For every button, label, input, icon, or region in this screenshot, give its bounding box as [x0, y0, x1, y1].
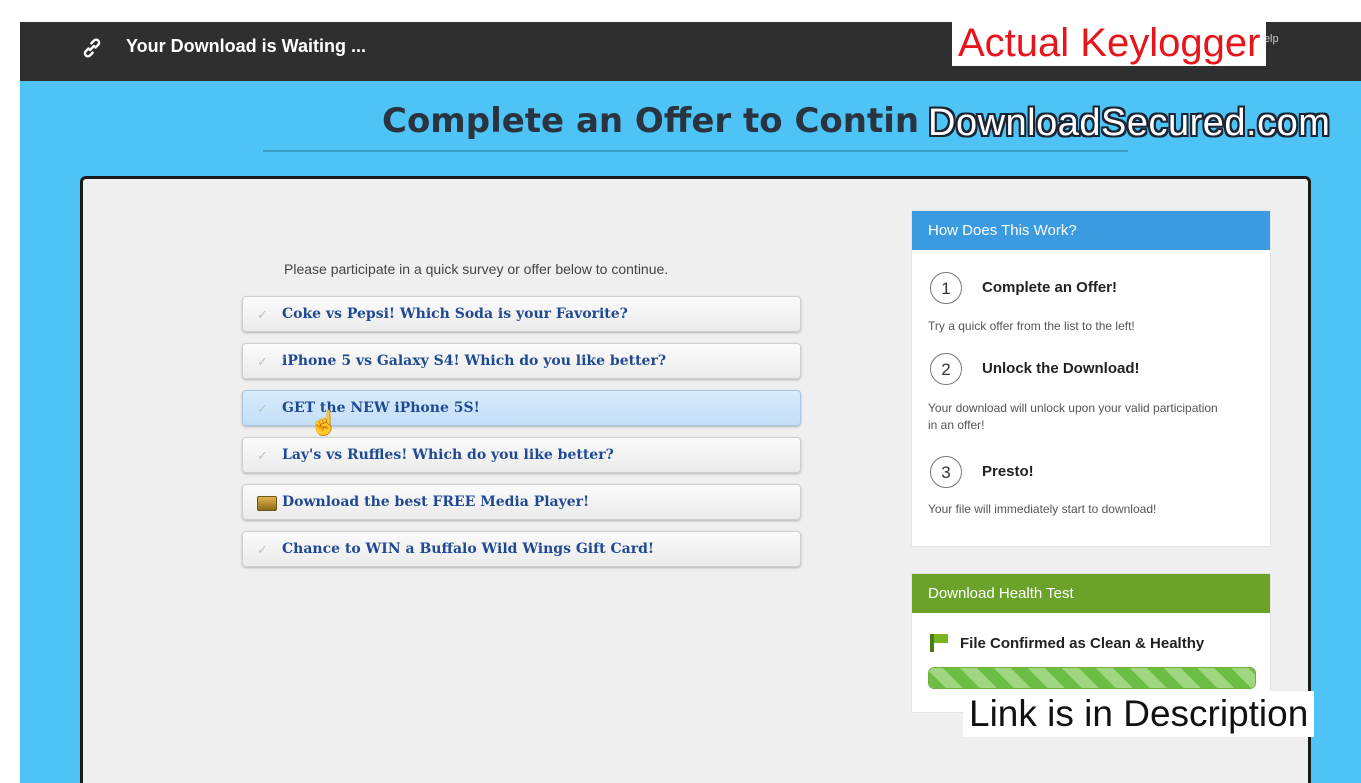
- check-icon: ✓: [257, 354, 268, 369]
- offer-label: Lay's vs Ruffles! Which do you like bett…: [282, 447, 614, 463]
- page-frame: Your Download is Waiting ... ?Help Compl…: [20, 22, 1361, 783]
- how-it-works-header: How Does This Work?: [912, 211, 1270, 250]
- check-icon: ✓: [257, 448, 268, 463]
- heading-divider: [263, 150, 1128, 152]
- link-icon: [83, 38, 101, 58]
- step-title: Presto!: [982, 463, 1034, 480]
- check-icon: ✓: [257, 542, 268, 557]
- offer-label: Coke vs Pepsi! Which Soda is your Favori…: [282, 306, 628, 322]
- offer-label: iPhone 5 vs Galaxy S4! Which do you like…: [282, 353, 667, 369]
- offer-label: Download the best FREE Media Player!: [282, 494, 590, 510]
- check-icon: ✓: [257, 401, 268, 416]
- offer-item-media-player[interactable]: Download the best FREE Media Player!: [242, 484, 801, 520]
- how-it-works-card: How Does This Work? 1 Complete an Offer!…: [911, 210, 1271, 547]
- step-number: 3: [930, 456, 962, 488]
- step-description: Your download will unlock upon your vali…: [928, 401, 1218, 432]
- watermark-title: Actual Keylogger: [952, 20, 1267, 66]
- offer-item-lays-ruffles[interactable]: ✓ Lay's vs Ruffles! Which do you like be…: [242, 437, 801, 473]
- page-heading: Complete an Offer to Contin: [382, 101, 920, 141]
- step-title: Unlock the Download!: [982, 360, 1140, 377]
- health-progress-fill: [929, 668, 1255, 688]
- step-description: Try a quick offer from the list to the l…: [928, 319, 1135, 333]
- step-number: 1: [930, 272, 962, 304]
- step-title: Complete an Offer!: [982, 279, 1118, 296]
- health-status: File Confirmed as Clean & Healthy: [960, 635, 1205, 652]
- offer-item-coke-pepsi[interactable]: ✓ Coke vs Pepsi! Which Soda is your Favo…: [242, 296, 801, 332]
- step-number: 2: [930, 353, 962, 385]
- flag-icon: [930, 634, 948, 652]
- step-description: Your file will immediately start to down…: [928, 502, 1157, 516]
- offer-label: Chance to WIN a Buffalo Wild Wings Gift …: [282, 541, 655, 557]
- watermark-domain: DownloadSecured.com: [928, 102, 1331, 144]
- watermark-caption: Link is in Description: [963, 691, 1315, 737]
- media-icon: [257, 496, 277, 511]
- hand-cursor-icon: ☝: [309, 410, 339, 437]
- instruction-text: Please participate in a quick survey or …: [284, 261, 669, 277]
- offer-item-iphone-galaxy[interactable]: ✓ iPhone 5 vs Galaxy S4! Which do you li…: [242, 343, 801, 379]
- check-icon: ✓: [257, 307, 268, 322]
- health-test-header: Download Health Test: [912, 574, 1270, 613]
- offer-item-buffalo-wings[interactable]: ✓ Chance to WIN a Buffalo Wild Wings Gif…: [242, 531, 801, 567]
- window-title: Your Download is Waiting ...: [126, 36, 366, 56]
- health-progress-bar: [928, 667, 1256, 689]
